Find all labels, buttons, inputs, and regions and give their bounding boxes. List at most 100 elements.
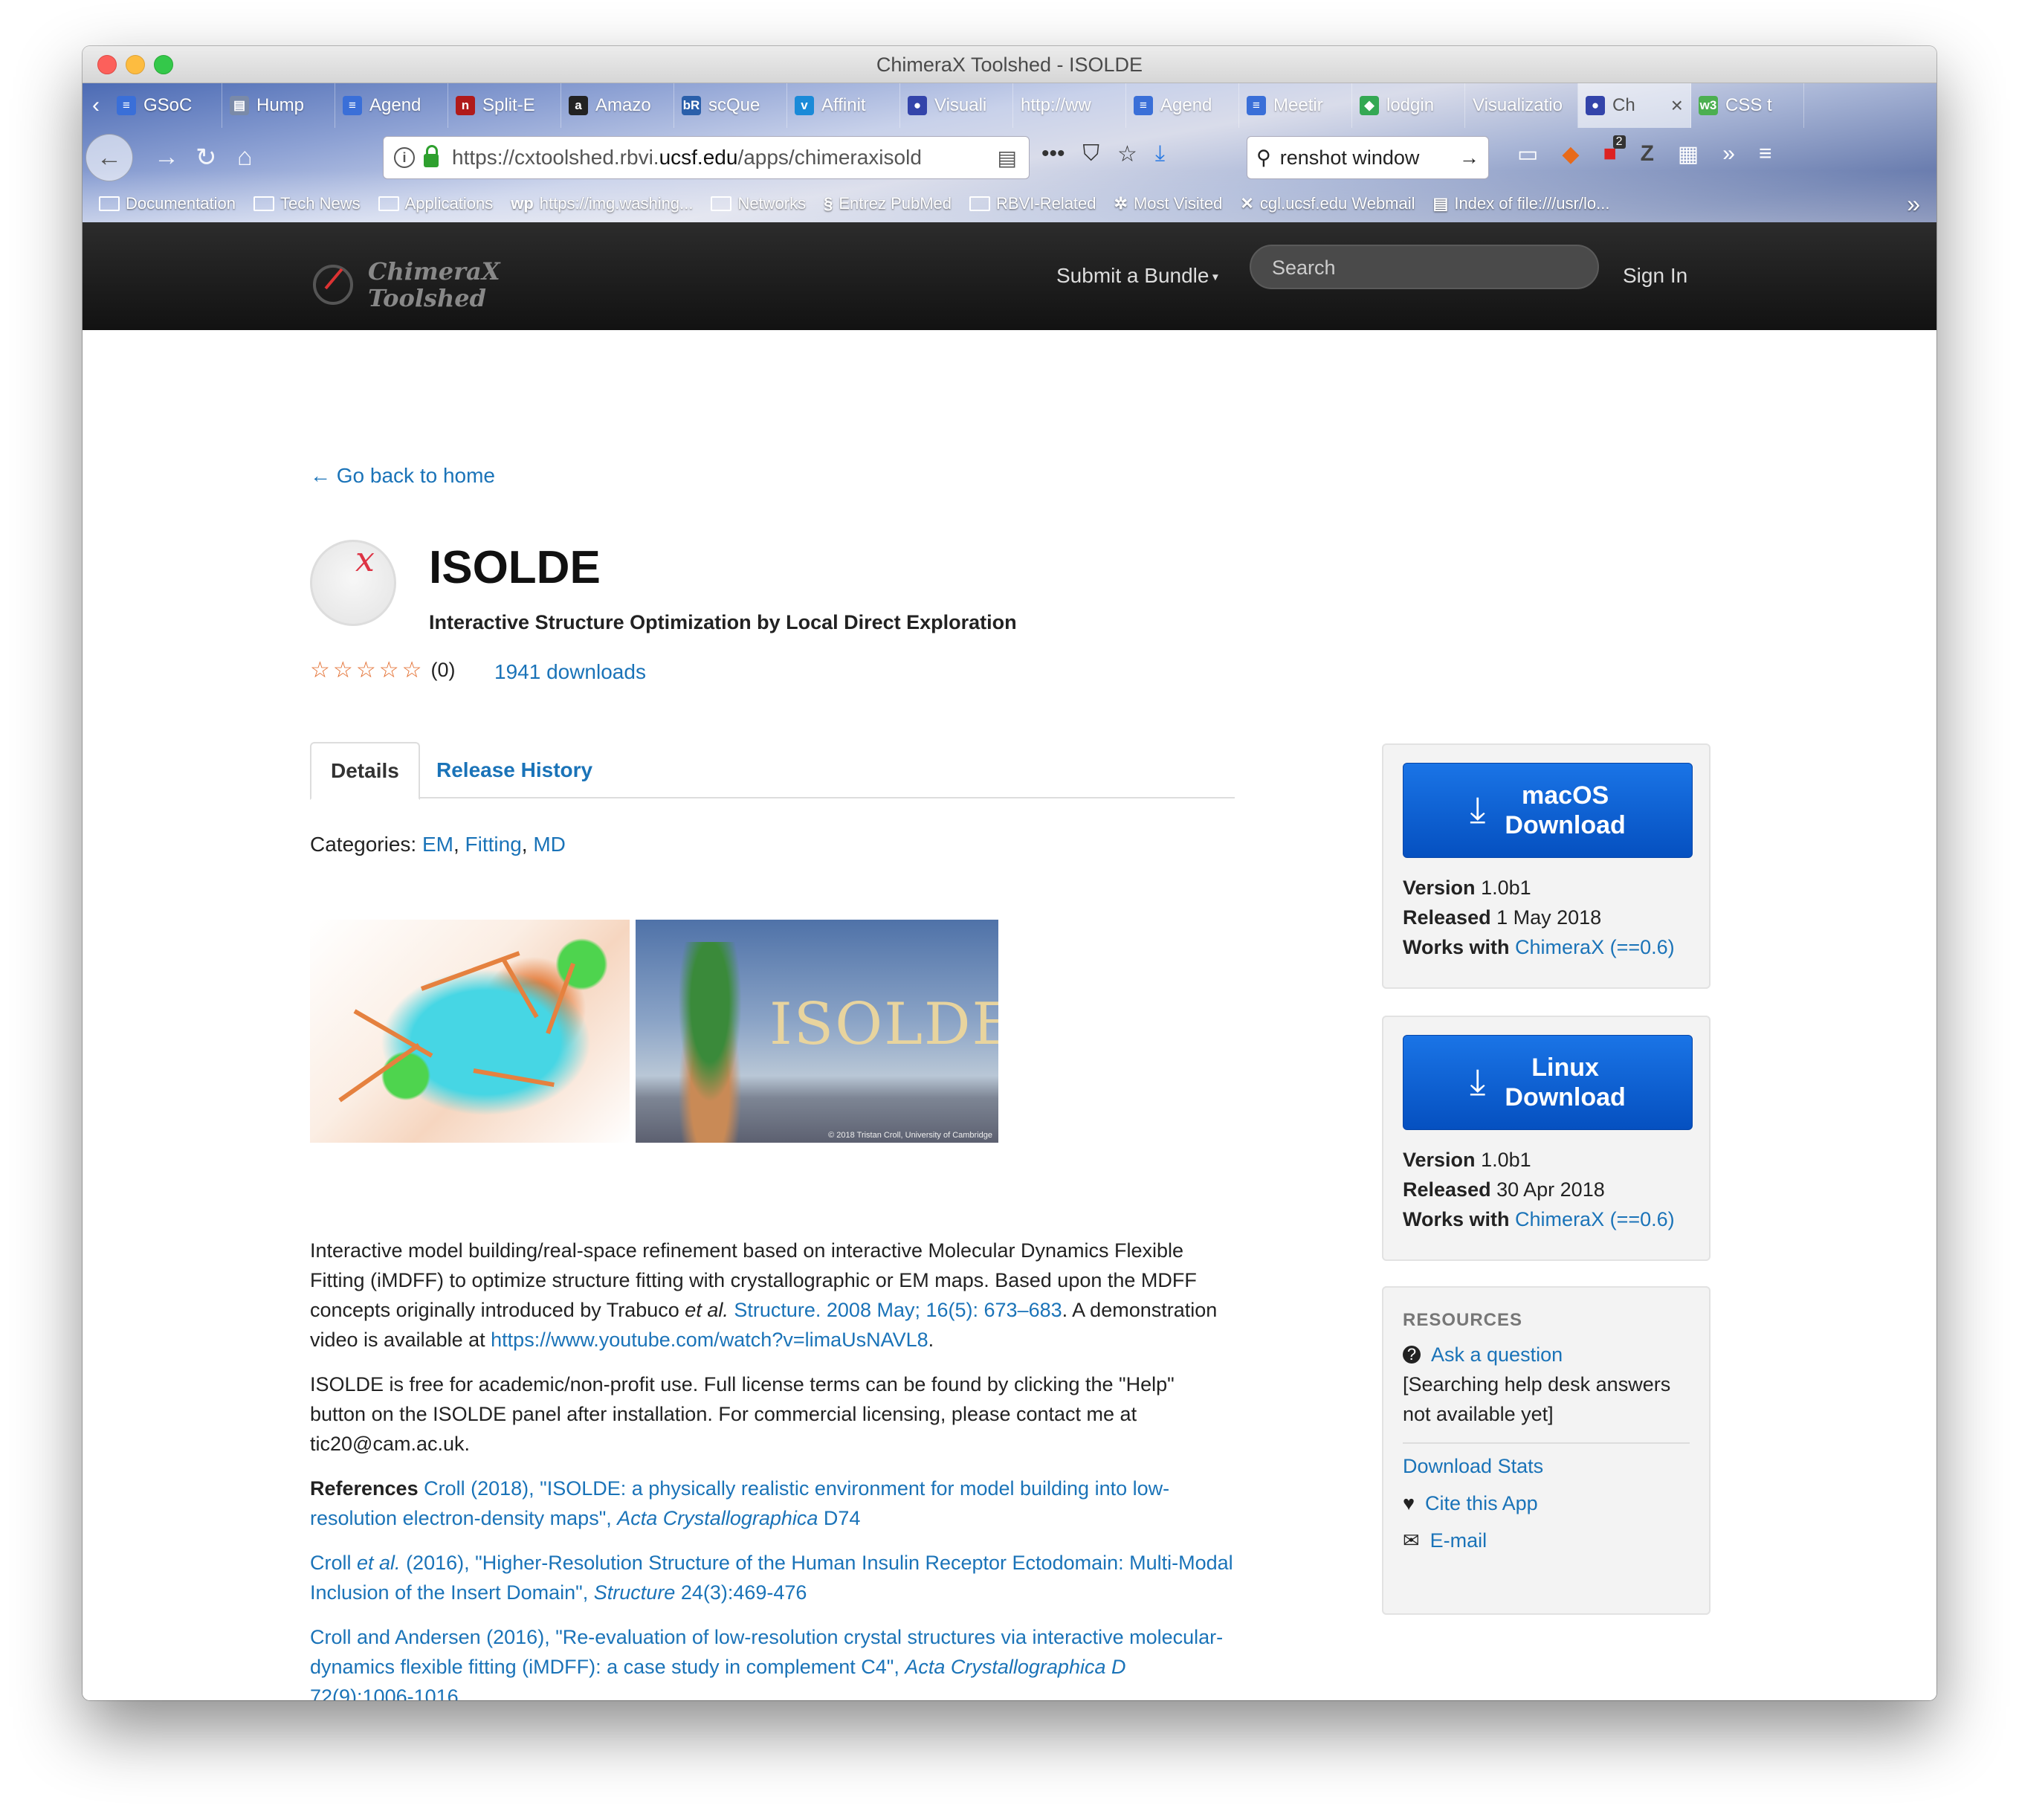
star-icon[interactable]: ☆ (356, 657, 376, 683)
zotero-icon[interactable]: Z (1641, 141, 1654, 167)
site-search-input[interactable]: Search (1250, 245, 1599, 289)
bookmark-item[interactable]: ✲ Most Visited (1114, 194, 1223, 213)
w3-icon: w3 (1699, 96, 1718, 115)
macos-download-button[interactable]: ⤓ macOS Download (1403, 763, 1693, 858)
forward-icon[interactable]: → (154, 143, 179, 172)
browser-tab[interactable]: ◆ lodgin (1352, 83, 1465, 128)
bookmark-label: Networks (737, 194, 807, 213)
ref-italic: et al. (357, 1552, 401, 1574)
ask-question-link[interactable]: Ask a question (1431, 1340, 1563, 1369)
br-icon: bR (682, 96, 701, 115)
browser-tab[interactable]: ● Visuali (900, 83, 1013, 128)
more-actions-icon[interactable]: ••• (1041, 141, 1065, 167)
bookmark-item[interactable]: Tech News (253, 194, 361, 213)
docs-icon: ≡ (1134, 96, 1153, 115)
close-tab-icon[interactable]: × (1671, 94, 1683, 117)
search-icon: ⚲ (1256, 146, 1271, 169)
sign-in-link[interactable]: Sign In (1623, 264, 1687, 288)
overflow-menu-icon[interactable]: » (1722, 141, 1735, 167)
fox-extension-icon[interactable]: ◆ (1562, 141, 1579, 167)
toolshed-logo[interactable]: ChimeraX Toolshed (313, 258, 500, 312)
bookmark-item[interactable]: ▤ Index of file:///usr/lo... (1433, 194, 1610, 213)
browser-tab[interactable]: Visualizatio (1465, 83, 1578, 128)
bookmark-item[interactable]: Networks (711, 194, 806, 213)
browser-tab[interactable]: a Amazo (561, 83, 674, 128)
browser-tab[interactable]: ≡ Agend (1126, 83, 1239, 128)
home-icon[interactable]: ⌂ (237, 143, 253, 172)
browser-tab[interactable]: ≡ Meetir (1239, 83, 1352, 128)
tab-label: Visualizatio (1473, 95, 1563, 115)
youtube-video-link[interactable]: https://www.youtube.com/watch?v=limaUsNA… (491, 1329, 928, 1351)
reload-icon[interactable]: ↻ (196, 143, 217, 172)
download-icon[interactable]: ⤓ (1155, 141, 1165, 167)
url-bar[interactable]: i https://cxtoolshed.rbvi. ucsf.edu/apps/… (383, 136, 1030, 179)
bookmark-item[interactable]: Applications (378, 194, 493, 213)
pocket-icon[interactable]: ⛉ (1083, 141, 1100, 167)
browser-tab[interactable]: ● Ch × (1578, 83, 1691, 128)
star-icon[interactable]: ☆ (310, 657, 330, 683)
category-em[interactable]: EM (422, 833, 453, 856)
tab-release-history[interactable]: Release History (417, 742, 612, 798)
tab-details[interactable]: Details (310, 742, 420, 800)
downloads-count-link[interactable]: 1941 downloads (494, 660, 646, 684)
back-button[interactable]: ← (85, 134, 133, 181)
screenshot-molecular-image[interactable] (310, 920, 630, 1143)
reference-2-link[interactable]: Croll et al. (2016), "Higher-Resolution … (310, 1552, 1233, 1604)
reader-view-icon[interactable]: ▤ (998, 146, 1017, 170)
category-md[interactable]: MD (533, 833, 566, 856)
bookmark-item[interactable]: RBVI-Related (969, 194, 1096, 213)
rating-count: (0) (430, 659, 456, 681)
submit-bundle-menu[interactable]: Submit a Bundle ▾ (1056, 264, 1218, 288)
chimerax-version-link[interactable]: ChimeraX (==0.6) (1515, 936, 1675, 958)
bookmark-item[interactable]: wp https://img.washing... (511, 194, 693, 213)
browser-tab[interactable]: n Split-E (448, 83, 561, 128)
browser-tab[interactable]: v Affinit (787, 83, 900, 128)
search-bar[interactable]: ⚲ renshot window → (1247, 136, 1489, 179)
bookmark-item[interactable]: Documentation (99, 194, 236, 213)
star-icon[interactable]: ☆ (333, 657, 353, 683)
browser-tab[interactable]: http://ww (1013, 83, 1126, 128)
browser-tab[interactable]: ≡ Agend (335, 83, 448, 128)
linux-download-button[interactable]: ⤓ Linux Download (1403, 1035, 1693, 1130)
page-icon: ▤ (1432, 194, 1449, 213)
download-stats-item: Download Stats (1403, 1451, 1690, 1481)
bookmark-item[interactable]: ✕ cgl.ucsf.edu Webmail (1240, 194, 1415, 213)
maps-icon: ◆ (1360, 96, 1379, 115)
back-to-home-link[interactable]: ← Go back to home (310, 464, 495, 488)
reference-3-link[interactable]: Croll and Andersen (2016), "Re-evaluatio… (310, 1626, 1223, 1700)
extension-badge-count: 2 (1612, 135, 1626, 149)
version-value: 1.0b1 (1481, 877, 1531, 899)
extension-badge-icon[interactable]: ■ 2 (1603, 135, 1626, 167)
bookmark-item[interactable]: § Entrez PubMed (824, 194, 952, 213)
search-go-icon[interactable]: → (1459, 146, 1479, 170)
trabuco-reference-link[interactable]: Structure. 2008 May; 16(5): 673–683 (734, 1299, 1062, 1321)
version-label: Version (1403, 1149, 1476, 1171)
library-icon[interactable]: ▭ (1517, 141, 1538, 167)
browser-tab[interactable]: bR scQue (674, 83, 787, 128)
macos-download-card: ⤓ macOS Download Version 1.0b1 Released 1… (1382, 743, 1711, 989)
download-button-text: macOS Download (1505, 781, 1625, 840)
category-fitting[interactable]: Fitting (465, 833, 522, 856)
star-icon[interactable]: ☆ (402, 657, 422, 683)
grid-extension-icon[interactable]: ▦ (1678, 141, 1699, 167)
tab-scroll-left-icon[interactable]: ‹ (83, 83, 109, 128)
hamburger-menu-icon[interactable]: ≡ (1759, 141, 1772, 167)
logo-line2: Toolshed (368, 284, 486, 312)
browser-tab[interactable]: ▤ Hump (222, 83, 335, 128)
ref-journal: Acta Crystallographica D (905, 1656, 1126, 1678)
email-link[interactable]: E-mail (1430, 1526, 1487, 1555)
browser-tab[interactable]: w3 CSS t (1691, 83, 1804, 128)
download-stats-link[interactable]: Download Stats (1403, 1451, 1543, 1481)
cite-app-link[interactable]: Cite this App (1425, 1488, 1538, 1518)
browser-tab[interactable]: ≡ GSoC (109, 83, 222, 128)
info-icon[interactable]: i (394, 147, 415, 168)
reference-1-link[interactable]: Croll (2018), "ISOLDE: a physically real… (310, 1477, 1169, 1529)
rating[interactable]: ☆ ☆ ☆ ☆ ☆ (0) (310, 657, 456, 683)
isolde-logo-icon: x (310, 539, 396, 626)
works-with-row: Works with ChimeraX (==0.6) (1403, 1204, 1690, 1234)
bookmarks-overflow-icon[interactable]: » (1907, 190, 1920, 218)
star-icon[interactable]: ☆ (379, 657, 399, 683)
bookmark-star-icon[interactable]: ☆ (1117, 141, 1137, 167)
chimerax-version-link[interactable]: ChimeraX (==0.6) (1515, 1208, 1675, 1230)
screenshot-isolde-banner-image[interactable]: ISOLDE © 2018 Tristan Croll, University … (636, 920, 998, 1143)
